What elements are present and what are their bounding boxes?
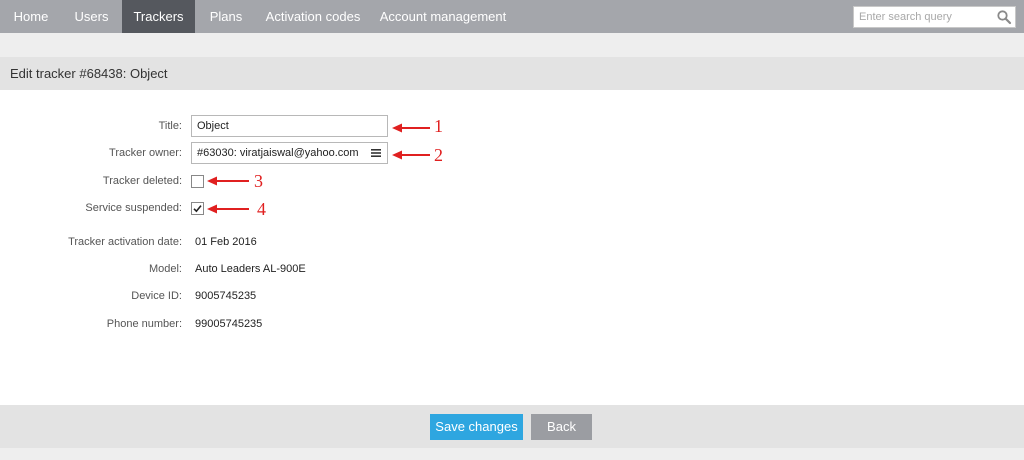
service-suspended-checkbox[interactable] <box>191 202 204 215</box>
tracker-owner-select[interactable]: #63030: viratjaiswal@yahoo.com <box>191 142 388 164</box>
nav-activation-codes[interactable]: Activation codes <box>257 0 369 33</box>
tracker-deleted-checkbox[interactable] <box>191 175 204 188</box>
annotation-number-2: 2 <box>434 145 443 165</box>
nav-account-management[interactable]: Account management <box>373 0 513 33</box>
annotation-arrow-1 <box>392 123 430 133</box>
device-id-value: 9005745235 <box>195 290 257 302</box>
annotation-arrow-4 <box>207 204 249 214</box>
device-id-label: Device ID: <box>131 290 182 302</box>
page-header: Edit tracker #68438: Object <box>0 57 1024 90</box>
top-navbar: Home Users Trackers Plans Activation cod… <box>0 0 1024 33</box>
edit-tracker-form: Title: Tracker owner: #63030: viratjaisw… <box>0 90 1024 405</box>
annotation-number-1: 1 <box>434 116 443 136</box>
annotation-arrow-2 <box>392 150 430 160</box>
phone-number-value: 99005745235 <box>195 318 263 330</box>
checkmark-icon <box>193 205 202 213</box>
activation-date-label: Tracker activation date: <box>68 236 182 248</box>
form-footer: Save changes Back <box>0 405 1024 448</box>
annotation-arrow-3 <box>207 176 249 186</box>
tracker-owner-label: Tracker owner: <box>109 147 182 159</box>
nav-plans[interactable]: Plans <box>198 0 254 33</box>
search-box <box>853 6 1016 28</box>
model-label: Model: <box>148 263 182 275</box>
search-icon[interactable] <box>996 9 1012 25</box>
annotation-number-4: 4 <box>257 199 266 219</box>
activation-date-value: 01 Feb 2016 <box>195 236 257 248</box>
nav-trackers[interactable]: Trackers <box>122 0 195 33</box>
page-title: Edit tracker #68438: Object <box>10 66 168 81</box>
tracker-owner-value: #63030: viratjaiswal@yahoo.com <box>197 147 359 159</box>
tracker-deleted-label: Tracker deleted: <box>102 175 182 187</box>
annotation-number-3: 3 <box>254 171 263 191</box>
phone-number-label: Phone number: <box>106 318 182 330</box>
list-icon[interactable] <box>371 149 381 157</box>
title-input[interactable] <box>191 115 388 137</box>
model-value: Auto Leaders AL-900E <box>195 263 306 275</box>
back-button[interactable]: Back <box>531 414 592 440</box>
nav-users[interactable]: Users <box>62 0 121 33</box>
save-changes-button[interactable]: Save changes <box>430 414 523 440</box>
search-input[interactable] <box>854 7 994 27</box>
service-suspended-label: Service suspended: <box>85 202 182 214</box>
title-label: Title: <box>158 120 182 132</box>
nav-home[interactable]: Home <box>0 0 62 33</box>
